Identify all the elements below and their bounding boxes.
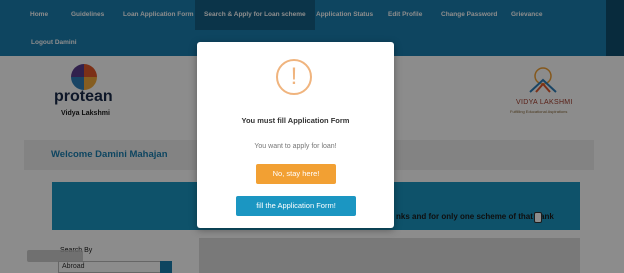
stay-here-button[interactable]: No, stay here! [256,164,336,184]
exclamation-icon: ! [276,59,312,95]
fill-application-form-button[interactable]: fill the Application Form! [236,196,356,216]
dialog-title: You must fill Application Form [241,116,350,125]
dialog-message: You want to apply for loan! [254,143,337,150]
